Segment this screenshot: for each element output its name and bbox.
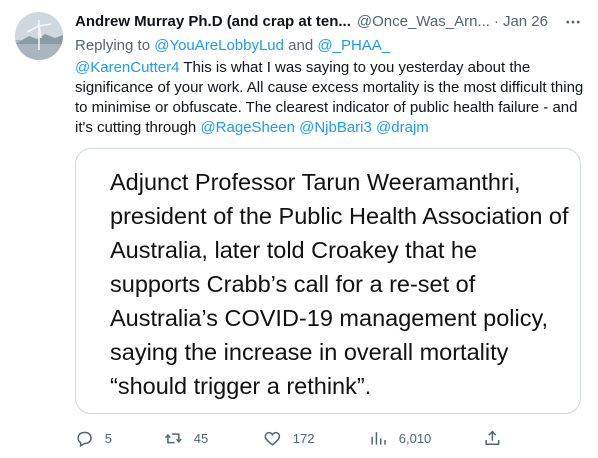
share-button[interactable] (483, 426, 502, 450)
more-horizontal-icon-glyph (566, 20, 580, 24)
views-count: 6,010 (398, 430, 432, 446)
body-mention[interactable]: @NjbBari3 (299, 119, 372, 136)
tweet-text: @KarenCutter4 This is what I was saying … (75, 58, 587, 138)
views-button[interactable]: 6,010 (369, 426, 431, 450)
retweet-count: 45 (193, 430, 209, 446)
body-mention[interactable]: @drajm (376, 119, 429, 136)
like-count: 172 (292, 430, 315, 446)
replying-to: Replying to @YouAreLobbyLud and @_PHAA_ (75, 36, 390, 56)
media-quote-text: Adjunct Professor Tarun Weeramanthri, pr… (110, 169, 569, 399)
body-mention[interactable]: @KarenCutter4 (75, 59, 179, 76)
more-horizontal-icon[interactable] (561, 12, 585, 32)
tweet-date[interactable]: Jan 26 (503, 12, 548, 32)
heart-icon (264, 431, 281, 446)
avatar-image (15, 12, 63, 60)
like-button[interactable]: 172 (263, 426, 314, 450)
reply-button[interactable]: 5 (75, 426, 112, 450)
reply-mention[interactable]: @YouAreLobbyLud (154, 37, 284, 54)
header-separator: · (493, 13, 499, 30)
reply-count: 5 (104, 430, 112, 446)
views-icon (371, 431, 386, 445)
author-display-name[interactable]: Andrew Murray Ph.D (and crap at ten... (75, 12, 351, 32)
reply-mention[interactable]: @_PHAA_ (317, 37, 390, 54)
retweet-button[interactable]: 45 (164, 426, 208, 450)
author-handle[interactable]: @Once_Was_Arn... (357, 12, 490, 32)
replying-to-label: Replying to (75, 37, 151, 54)
tweet-header: Andrew Murray Ph.D (and crap at ten... @… (75, 12, 585, 32)
tweet[interactable]: Andrew Murray Ph.D (and crap at ten... @… (0, 0, 598, 458)
reply-icon (77, 431, 92, 447)
avatar[interactable] (15, 12, 63, 60)
retweet-icon (165, 432, 182, 444)
action-bar: 5 45 172 6,010 (75, 426, 515, 450)
reply-joiner: and (288, 37, 314, 54)
media-image[interactable]: Adjunct Professor Tarun Weeramanthri, pr… (75, 148, 581, 414)
body-mention[interactable]: @RageSheen (200, 119, 294, 136)
share-icon (485, 430, 500, 445)
